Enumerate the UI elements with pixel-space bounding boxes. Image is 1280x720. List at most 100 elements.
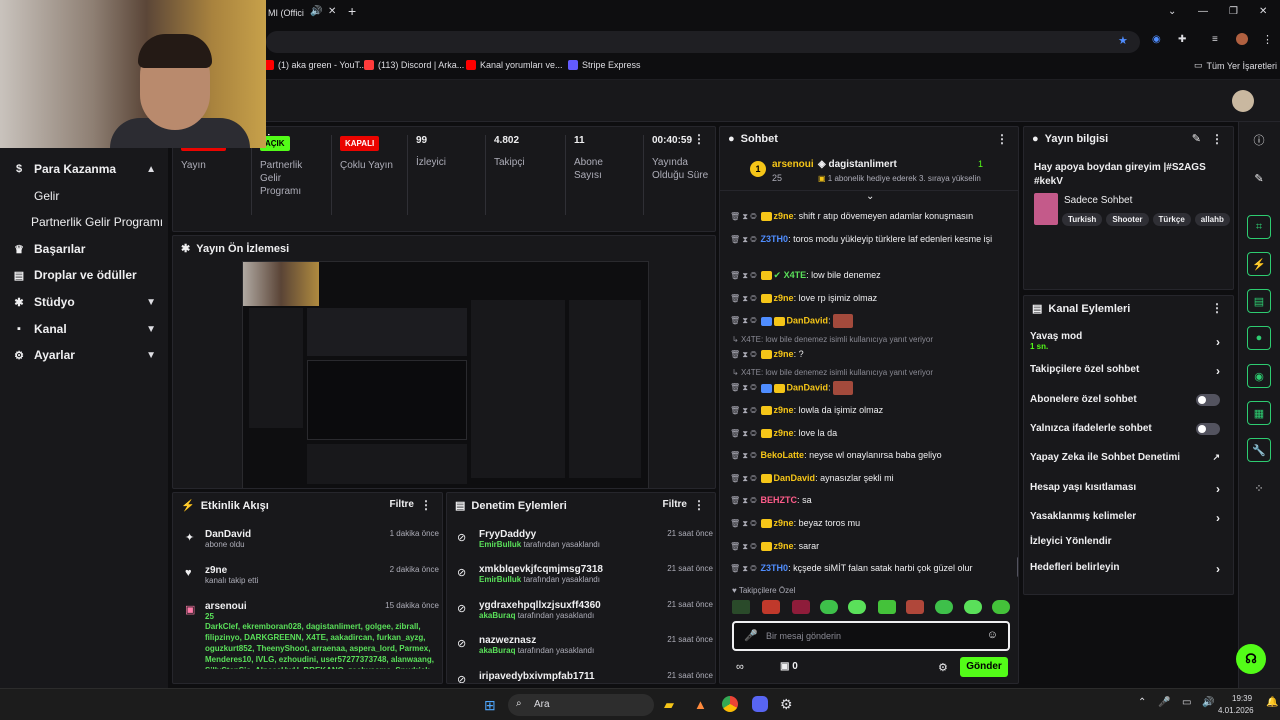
- user-avatar[interactable]: [1232, 90, 1254, 112]
- bookmark-channel-comments[interactable]: Kanal yorumları ve...: [466, 60, 563, 70]
- new-tab-button[interactable]: +: [348, 3, 356, 19]
- profile-avatar[interactable]: [1236, 33, 1248, 45]
- tab-search-icon[interactable]: ⌄: [1168, 6, 1176, 17]
- trash-icon[interactable]: 🗑 ⧗ ◎: [730, 474, 757, 483]
- media-icon[interactable]: ≡: [1212, 34, 1218, 45]
- action-followers-only[interactable]: Takipçilere özel sohbet ›: [1030, 364, 1226, 378]
- emote-only-toggle[interactable]: [1196, 423, 1220, 435]
- pinned-gift-leaderboard[interactable]: 1 arsenoui 25 ◈ dagistanlimert ▣ 1 abone…: [720, 153, 1018, 191]
- emote[interactable]: [964, 600, 982, 614]
- edit-icon[interactable]: ✎: [1192, 132, 1201, 145]
- trash-icon[interactable]: 🗑 ⧗ ◎: [730, 406, 757, 415]
- action-banned-words[interactable]: Yasaklanmış kelimeler ›: [1030, 511, 1226, 525]
- trash-icon[interactable]: 🗑 ⧗ ◎: [730, 429, 757, 438]
- sidebar-item-settings[interactable]: ⚙ Ayarlar ▼: [0, 342, 168, 368]
- action-account-age[interactable]: Hesap yaşı kısıtlaması ›: [1030, 482, 1226, 496]
- discord-icon[interactable]: [752, 696, 768, 712]
- sidebar-item-studio[interactable]: ✱ Stüdyo ▼: [0, 289, 168, 315]
- all-bookmarks[interactable]: ▭ Tüm Yer İşaretleri: [1194, 60, 1277, 71]
- emote[interactable]: [732, 600, 750, 614]
- reply-context[interactable]: ↳ X4TE: low bile denemez isimli kullanıc…: [732, 368, 933, 377]
- send-button[interactable]: Gönder: [960, 657, 1008, 677]
- edit-icon[interactable]: ✎: [1247, 166, 1271, 190]
- sidebar-item-partner-program[interactable]: Partnerlik Gelir Programı: [0, 209, 168, 235]
- bookmark-discord[interactable]: (113) Discord | Arka...: [364, 60, 464, 70]
- trash-icon[interactable]: 🗑 ⧗ ◎: [730, 451, 757, 460]
- sidebar-item-channel[interactable]: ▪ Kanal ▼: [0, 316, 168, 342]
- bolt-icon[interactable]: ⚡: [1247, 252, 1271, 276]
- tag[interactable]: Turkish: [1062, 213, 1103, 226]
- category-name[interactable]: Sadece Sohbet: [1064, 195, 1132, 206]
- info-icon[interactable]: ⓘ: [1247, 128, 1271, 152]
- close-window-icon[interactable]: ✕: [1259, 6, 1267, 17]
- chrome-icon[interactable]: [722, 696, 738, 712]
- clock-date[interactable]: 4.01.2026: [1218, 706, 1254, 715]
- close-tab-icon[interactable]: ✕: [328, 6, 336, 17]
- volume-icon[interactable]: 🔊: [1202, 697, 1214, 708]
- steam-icon[interactable]: ⚙: [780, 696, 793, 713]
- notification-icon[interactable]: 🔔: [1266, 697, 1278, 708]
- trash-icon[interactable]: 🗑 ⧗ ◎: [730, 316, 757, 325]
- integrations-icon[interactable]: ⁘: [1247, 476, 1271, 500]
- filter-button[interactable]: Filtre: [390, 499, 414, 510]
- emote[interactable]: [762, 600, 780, 614]
- network-icon[interactable]: ▭: [1182, 697, 1191, 708]
- microphone-icon[interactable]: 🎤: [744, 629, 758, 642]
- trash-icon[interactable]: 🗑 ⧗ ◎: [730, 235, 757, 244]
- action-raid[interactable]: İzleyici Yönlendir: [1030, 536, 1226, 547]
- emote[interactable]: [848, 600, 866, 614]
- trash-icon[interactable]: 🗑 ⧗ ◎: [730, 383, 757, 392]
- infinity-icon[interactable]: ∞: [736, 661, 744, 673]
- tag[interactable]: Shooter: [1106, 213, 1149, 226]
- app-icon[interactable]: ▲: [694, 697, 707, 712]
- trash-icon[interactable]: 🗑 ⧗ ◎: [730, 519, 757, 528]
- speaker-icon[interactable]: 🔊: [310, 6, 322, 17]
- url-field[interactable]: [266, 31, 1140, 53]
- trash-icon[interactable]: 🗑 ⧗ ◎: [730, 350, 757, 359]
- layout-icon[interactable]: ▦: [1247, 401, 1271, 425]
- tab-title[interactable]: MI (Offici: [268, 8, 304, 18]
- emote[interactable]: [992, 600, 1010, 614]
- broadcast-icon[interactable]: ◉: [1247, 364, 1271, 388]
- pinned-user[interactable]: arsenoui: [772, 159, 814, 170]
- action-subscribers-only[interactable]: Abonelere özel sohbet: [1030, 394, 1226, 406]
- sidebar-item-achievements[interactable]: ♛ Başarılar: [0, 236, 168, 262]
- windows-start-icon[interactable]: ⊞: [484, 697, 496, 714]
- chat-scrollbar[interactable]: [1017, 557, 1018, 577]
- tray-chevron-icon[interactable]: ⌃: [1138, 697, 1146, 708]
- trash-icon[interactable]: 🗑 ⧗ ◎: [730, 564, 757, 573]
- subscribers-only-toggle[interactable]: [1196, 394, 1220, 406]
- trash-icon[interactable]: 🗑 ⧗ ◎: [730, 294, 757, 303]
- document-icon[interactable]: ▤: [1247, 289, 1271, 313]
- bookmark-star-icon[interactable]: ★: [1118, 34, 1128, 47]
- emote[interactable]: [878, 600, 896, 614]
- microphone-icon[interactable]: 🎤: [1158, 697, 1170, 708]
- minimize-icon[interactable]: —: [1198, 6, 1208, 17]
- action-emote-only[interactable]: Yalnızca ifadelerle sohbet: [1030, 423, 1226, 435]
- more-options-icon[interactable]: ⋮: [693, 498, 705, 512]
- chat-input[interactable]: 🎤 Bir mesaj gönderin ☺: [732, 621, 1010, 651]
- trash-icon[interactable]: 🗑 ⧗ ◎: [730, 212, 757, 221]
- emote[interactable]: [820, 600, 838, 614]
- trash-icon[interactable]: 🗑 ⧗ ◎: [730, 496, 757, 505]
- filter-button[interactable]: Filtre: [663, 499, 687, 510]
- points-display[interactable]: ▣ 0: [780, 661, 798, 672]
- action-goals[interactable]: Hedefleri belirleyin ›: [1030, 562, 1226, 576]
- clock-time[interactable]: 19:39: [1232, 694, 1252, 703]
- taskbar-search[interactable]: ⌕ Ara: [508, 694, 654, 716]
- sidebar-item-monetization[interactable]: $ Para Kazanma ▲: [0, 156, 168, 182]
- file-explorer-icon[interactable]: ▰: [664, 697, 674, 713]
- chat-settings-icon[interactable]: ⚙: [938, 661, 948, 674]
- cast-icon[interactable]: ◉: [1152, 34, 1161, 45]
- preview-video[interactable]: [242, 261, 649, 488]
- wrench-icon[interactable]: 🔧: [1247, 438, 1271, 462]
- more-options-icon[interactable]: ⋮: [996, 132, 1008, 146]
- extensions-icon[interactable]: ✚: [1178, 34, 1186, 45]
- reply-context[interactable]: ↳ X4TE: low bile denemez isimli kullanıc…: [732, 335, 933, 344]
- sidebar-item-revenue[interactable]: Gelir: [0, 183, 168, 209]
- category-thumbnail[interactable]: [1034, 193, 1058, 225]
- restore-icon[interactable]: ❐: [1229, 6, 1238, 17]
- pinned-target[interactable]: ◈ dagistanlimert: [818, 159, 897, 170]
- clip-icon[interactable]: ⌗: [1247, 215, 1271, 239]
- bookmark-stripe[interactable]: Stripe Express: [568, 60, 641, 70]
